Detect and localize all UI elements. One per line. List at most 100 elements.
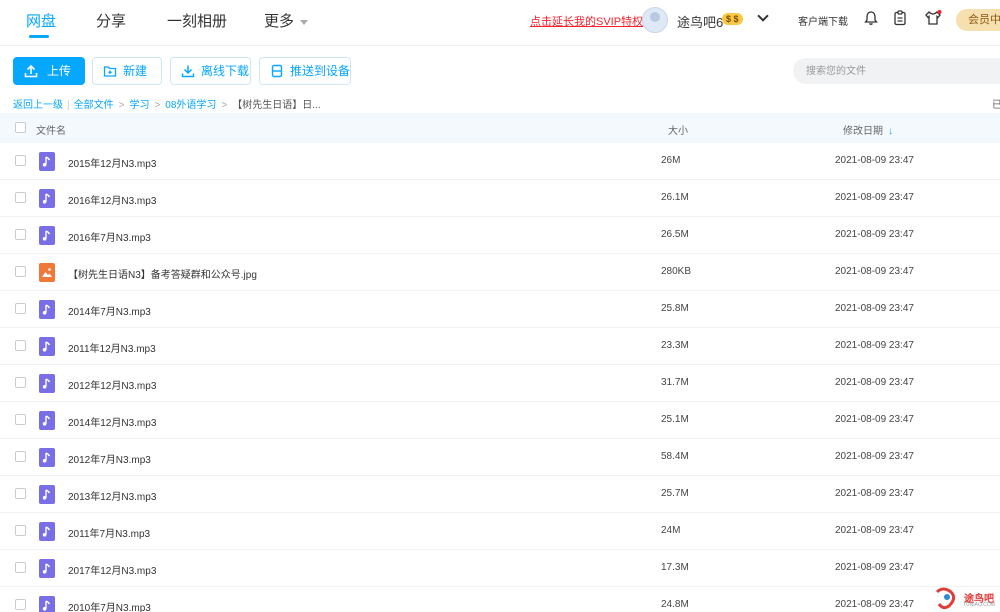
table-row[interactable]: 2013年12月N3.mp3 25.7M 2021-08-09 23:47: [0, 476, 1000, 513]
file-name[interactable]: 【树先生日语N3】备考答疑群和公众号.jpg: [68, 266, 257, 281]
file-date: 2021-08-09 23:47: [835, 155, 914, 166]
row-checkbox[interactable]: [15, 599, 26, 610]
row-checkbox[interactable]: [15, 377, 26, 388]
breadcrumb-all-files[interactable]: 全部文件: [74, 100, 114, 111]
table-row[interactable]: 2015年12月N3.mp3 26M 2021-08-09 23:47: [0, 143, 1000, 180]
row-checkbox[interactable]: [15, 525, 26, 536]
file-name[interactable]: 2011年7月N3.mp3: [68, 525, 150, 540]
header-name[interactable]: 文件名: [36, 122, 66, 137]
file-date: 2021-08-09 23:47: [835, 414, 914, 425]
row-checkbox[interactable]: [15, 488, 26, 499]
row-checkbox[interactable]: [15, 266, 26, 277]
table-row[interactable]: 2014年7月N3.mp3 25.8M 2021-08-09 23:47: [0, 291, 1000, 328]
shirt-icon[interactable]: [924, 10, 942, 28]
image-file-icon: [39, 263, 55, 282]
file-name[interactable]: 2010年7月N3.mp3: [68, 599, 151, 612]
table-row[interactable]: 2011年12月N3.mp3 23.3M 2021-08-09 23:47: [0, 328, 1000, 365]
new-folder-button[interactable]: 新建: [92, 57, 162, 85]
file-name[interactable]: 2016年7月N3.mp3: [68, 229, 151, 244]
chevron-down-icon: [300, 19, 309, 25]
file-list: 2015年12月N3.mp3 26M 2021-08-09 23:47 2016年12…: [0, 143, 1000, 612]
file-name[interactable]: 2012年7月N3.mp3: [68, 451, 151, 466]
breadcrumb-study[interactable]: 学习: [129, 100, 149, 111]
push-to-device-label: 推送到设备: [290, 64, 351, 78]
audio-file-icon: [39, 448, 55, 467]
table-row[interactable]: 2012年12月N3.mp3 31.7M 2021-08-09 23:47: [0, 365, 1000, 402]
file-name[interactable]: 2012年12月N3.mp3: [68, 377, 156, 392]
file-size: 23.3M: [661, 340, 689, 351]
table-row[interactable]: 2014年12月N3.mp3 25.1M 2021-08-09 23:47: [0, 402, 1000, 439]
file-size: 24M: [661, 525, 681, 536]
file-date: 2021-08-09 23:47: [835, 525, 914, 536]
row-checkbox[interactable]: [15, 562, 26, 573]
search-input[interactable]: [793, 58, 1000, 84]
member-center-button[interactable]: 会员中心: [956, 9, 1000, 31]
row-checkbox[interactable]: [15, 192, 26, 203]
file-name[interactable]: 2017年12月N3.mp3: [68, 562, 156, 577]
audio-file-icon: [39, 596, 55, 612]
file-name[interactable]: 2014年12月N3.mp3: [68, 414, 156, 429]
tab-more[interactable]: 更多: [264, 10, 309, 31]
file-name[interactable]: 2013年12月N3.mp3: [68, 488, 156, 503]
file-size: 26.5M: [661, 229, 689, 240]
table-row[interactable]: 2016年7月N3.mp3 26.5M 2021-08-09 23:47: [0, 217, 1000, 254]
avatar[interactable]: [642, 7, 668, 33]
offline-download-button[interactable]: 离线下载: [170, 57, 251, 85]
table-row[interactable]: 2012年7月N3.mp3 58.4M 2021-08-09 23:47: [0, 439, 1000, 476]
active-tab-indicator: [29, 35, 49, 38]
tab-share[interactable]: 分享: [96, 10, 126, 31]
push-to-device-button[interactable]: 推送到设备: [259, 57, 351, 85]
select-all-checkbox[interactable]: [15, 122, 26, 133]
watermark-subtext: TUNIAO.COM: [963, 602, 995, 608]
clipboard-icon[interactable]: [892, 10, 910, 28]
download-icon: [181, 65, 195, 78]
audio-file-icon: [39, 300, 55, 319]
upload-label: 上传: [47, 64, 72, 78]
table-row[interactable]: 2017年12月N3.mp3 17.3M 2021-08-09 23:47: [0, 550, 1000, 587]
client-download-link[interactable]: 客户端下载: [798, 13, 848, 28]
vip-badge: $ $: [722, 13, 743, 25]
header-modified[interactable]: 修改日期 ↓: [843, 122, 893, 137]
table-row[interactable]: 2010年7月N3.mp3 24.8M 2021-08-09 23:47: [0, 587, 1000, 612]
file-name[interactable]: 2016年12月N3.mp3: [68, 192, 156, 207]
tab-more-label: 更多: [264, 13, 295, 30]
breadcrumb-back[interactable]: 返回上一级: [13, 100, 63, 111]
audio-file-icon: [39, 337, 55, 356]
header-modified-label: 修改日期: [843, 126, 883, 137]
file-name[interactable]: 2011年12月N3.mp3: [68, 340, 156, 355]
upload-icon: [24, 64, 38, 78]
tab-album[interactable]: 一刻相册: [167, 10, 227, 31]
table-row[interactable]: 2011年7月N3.mp3 24M 2021-08-09 23:47: [0, 513, 1000, 550]
breadcrumb-arrow: >: [154, 100, 161, 111]
audio-file-icon: [39, 522, 55, 541]
breadcrumb: 返回上一级 | 全部文件 > 学习 >08外语学习 > 【树先生日语】日...: [13, 96, 321, 111]
user-menu-chevron-icon[interactable]: [757, 10, 769, 22]
file-size: 25.7M: [661, 488, 689, 499]
table-row[interactable]: 2016年12月N3.mp3 26.1M 2021-08-09 23:47: [0, 180, 1000, 217]
row-checkbox[interactable]: [15, 155, 26, 166]
tab-netdisk[interactable]: 网盘: [26, 10, 56, 31]
file-date: 2021-08-09 23:47: [835, 488, 914, 499]
file-date: 2021-08-09 23:47: [835, 451, 914, 462]
upload-button[interactable]: 上传: [13, 57, 85, 85]
header-size[interactable]: 大小: [668, 122, 688, 137]
row-checkbox[interactable]: [15, 340, 26, 351]
breadcrumb-arrow: >: [118, 100, 125, 111]
file-name[interactable]: 2015年12月N3.mp3: [68, 155, 156, 170]
new-label: 新建: [123, 64, 148, 78]
svip-renew-link[interactable]: 点击延长我的SVIP特权: [530, 13, 643, 29]
row-checkbox[interactable]: [15, 414, 26, 425]
file-name[interactable]: 2014年7月N3.mp3: [68, 303, 151, 318]
row-checkbox[interactable]: [15, 303, 26, 314]
breadcrumb-language[interactable]: 08外语学习: [165, 100, 216, 111]
bell-icon[interactable]: [863, 10, 881, 28]
table-row[interactable]: 【树先生日语N3】备考答疑群和公众号.jpg 280KB 2021-08-09 23…: [0, 254, 1000, 291]
file-date: 2021-08-09 23:47: [835, 599, 914, 610]
username[interactable]: 途鸟吧6: [677, 12, 723, 31]
file-date: 2021-08-09 23:47: [835, 229, 914, 240]
row-checkbox[interactable]: [15, 229, 26, 240]
selected-count-text: 已: [992, 100, 1000, 111]
row-checkbox[interactable]: [15, 451, 26, 462]
file-size: 25.8M: [661, 303, 689, 314]
new-folder-icon: [103, 66, 117, 77]
